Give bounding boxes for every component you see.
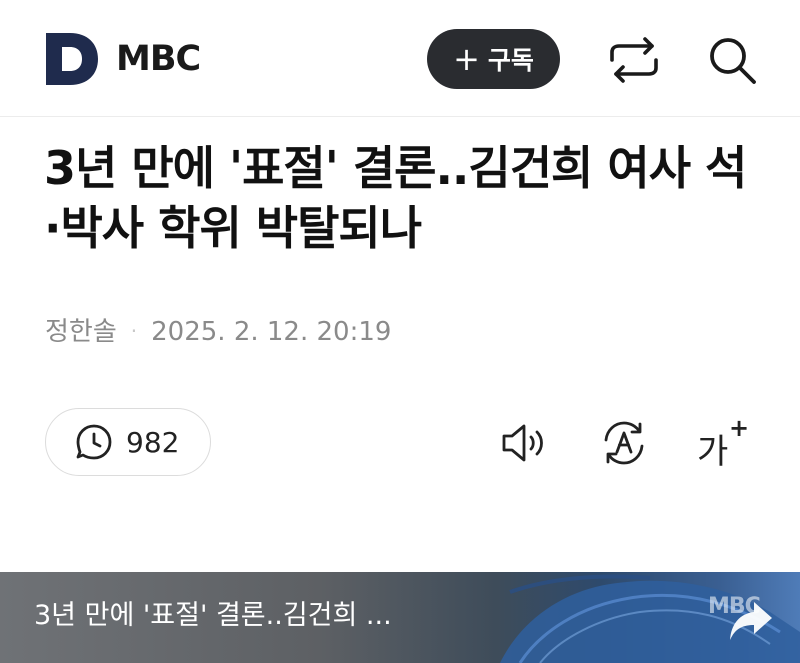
translate-icon[interactable] — [597, 416, 651, 470]
view-count: 982 — [126, 425, 180, 459]
subscribe-button[interactable]: + 구독 — [427, 29, 560, 89]
plus-icon: + — [453, 40, 480, 78]
article-page: MBC + 구독 3년 만에 '표절' 결론..김건희 여사 석·박사 학위 박… — [0, 0, 800, 663]
font-size-icon[interactable]: 가 + — [693, 414, 753, 472]
byline-separator: · — [130, 319, 138, 343]
font-size-glyph: 가 — [697, 432, 729, 472]
share-icon[interactable] — [606, 34, 662, 86]
search-icon[interactable] — [704, 32, 760, 88]
byline: 정한솔 · 2025. 2. 12. 20:19 — [45, 315, 391, 347]
share-arrow-icon[interactable] — [726, 598, 776, 644]
font-size-plus: + — [729, 414, 750, 442]
speaker-icon[interactable] — [498, 416, 552, 470]
daum-logo-icon[interactable] — [44, 33, 100, 85]
video-title[interactable]: 3년 만에 '표절' 결론..김건희 ... — [34, 596, 392, 636]
top-bar: MBC + 구독 — [0, 0, 800, 117]
clock-chat-icon — [76, 424, 112, 460]
press-name[interactable]: MBC — [116, 36, 201, 82]
article-headline: 3년 만에 '표절' 결론..김건희 여사 석·박사 학위 박탈되나 — [44, 141, 747, 255]
view-count-badge[interactable]: 982 — [45, 408, 211, 476]
author-name[interactable]: 정한솔 — [45, 317, 117, 347]
subscribe-label: 구독 — [487, 46, 534, 75]
video-player-bar[interactable]: 3년 만에 '표절' 결론..김건희 ... MBC — [0, 572, 800, 663]
publish-date: 2025. 2. 12. 20:19 — [151, 317, 392, 347]
